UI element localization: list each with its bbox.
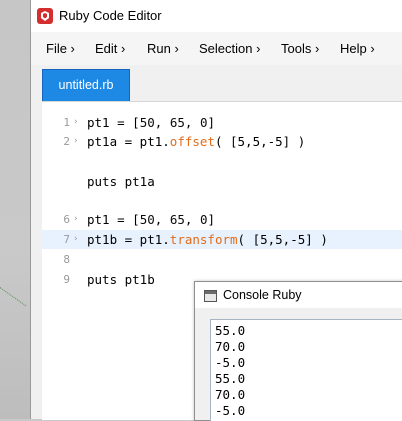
- code-line[interactable]: [42, 151, 402, 170]
- code-line[interactable]: [42, 191, 402, 210]
- code-text: pt1 = [50, 65, 0]: [87, 115, 215, 130]
- chevron-right-icon: ›: [73, 214, 79, 224]
- line-number: 7: [63, 233, 70, 246]
- desktop-background: [0, 0, 30, 419]
- menu-help[interactable]: Help ›: [340, 41, 375, 56]
- ruby-app-icon: [37, 8, 53, 24]
- console-ruby-window: Console Ruby 55.0 70.0 -5.0 55.0 70.0 -5…: [194, 281, 402, 421]
- console-output-line: 55.0: [215, 323, 246, 338]
- menu-edit[interactable]: Edit ›: [95, 41, 125, 56]
- code-line[interactable]: puts pt1a: [42, 172, 402, 191]
- menu-file[interactable]: File ›: [46, 41, 75, 56]
- code-text: puts pt1a: [87, 174, 155, 189]
- menu-tools[interactable]: Tools ›: [281, 41, 319, 56]
- title-bar[interactable]: Ruby Code Editor: [31, 0, 402, 33]
- code-text: pt1b = pt1.transform( [5,5,-5] ): [87, 232, 328, 247]
- code-text: pt1a = pt1.offset( [5,5,-5] ): [87, 134, 306, 149]
- chevron-right-icon: ›: [73, 117, 79, 127]
- console-output[interactable]: 55.0 70.0 -5.0 55.0 70.0 -5.0: [210, 319, 402, 421]
- tab-untitled-rb[interactable]: untitled.rb: [42, 69, 130, 101]
- window-icon: [204, 290, 217, 302]
- code-text: puts pt1b: [87, 272, 155, 287]
- code-line[interactable]: 8: [42, 250, 402, 269]
- console-output-line: -5.0: [215, 403, 246, 418]
- line-number: 6: [63, 213, 70, 226]
- window-title: Ruby Code Editor: [59, 8, 162, 23]
- console-output-line: 70.0: [215, 387, 246, 402]
- code-line[interactable]: 1 › pt1 = [50, 65, 0]: [42, 113, 402, 132]
- line-number: 8: [63, 253, 70, 266]
- code-line[interactable]: 6 › pt1 = [50, 65, 0]: [42, 210, 402, 229]
- line-number: 9: [63, 273, 70, 286]
- code-line-active[interactable]: 7 › pt1b = pt1.transform( [5,5,-5] ): [42, 230, 402, 249]
- menu-bar: File › Edit › Run › Selection › Tools › …: [31, 32, 402, 65]
- code-text: pt1 = [50, 65, 0]: [87, 212, 215, 227]
- console-output-line: 55.0: [215, 371, 246, 386]
- code-line[interactable]: 2 › pt1a = pt1.offset( [5,5,-5] ): [42, 132, 402, 151]
- chevron-right-icon: ›: [73, 234, 79, 244]
- chevron-right-icon: ›: [73, 136, 79, 146]
- console-title-bar[interactable]: Console Ruby: [195, 282, 402, 308]
- console-output-line: 70.0: [215, 339, 246, 354]
- line-number: 2: [63, 135, 70, 148]
- console-output-line: -5.0: [215, 355, 246, 370]
- console-title: Console Ruby: [223, 288, 302, 302]
- menu-selection[interactable]: Selection ›: [199, 41, 260, 56]
- tab-strip: untitled.rb: [31, 65, 402, 101]
- line-number: 1: [63, 116, 70, 129]
- menu-run[interactable]: Run ›: [147, 41, 179, 56]
